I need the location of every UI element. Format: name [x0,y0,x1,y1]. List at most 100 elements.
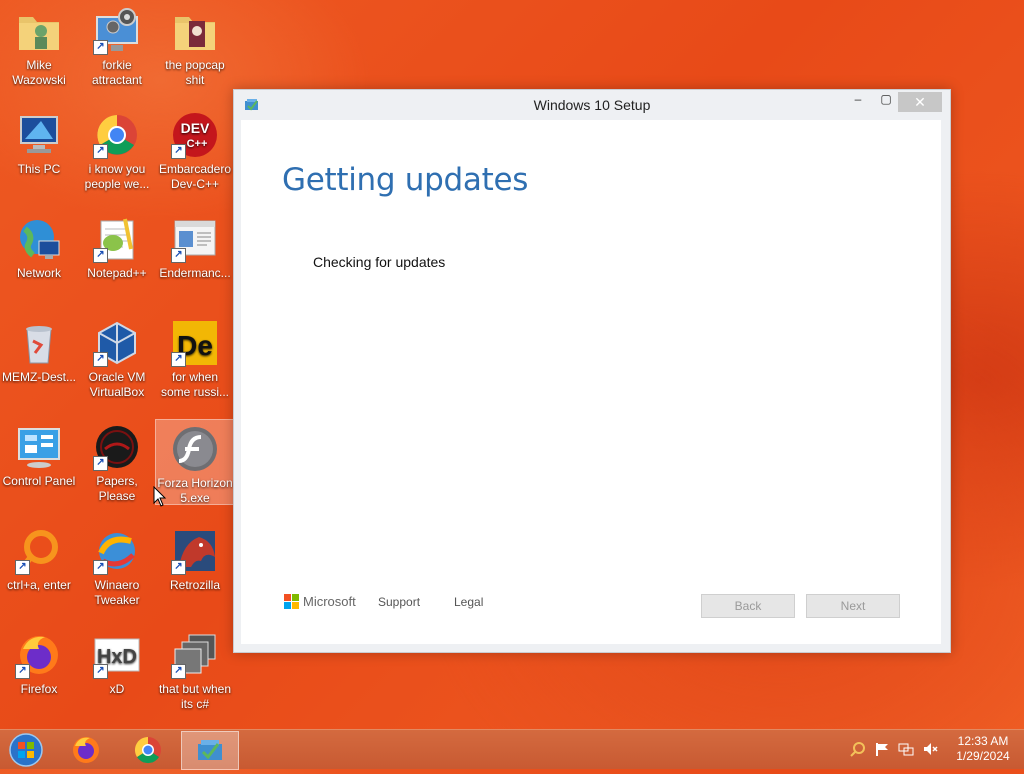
papers-please-icon: ↗ [93,423,141,471]
orange-ring-icon: ↗ [15,527,63,575]
desktop-icon-network[interactable]: Network [0,210,78,310]
desktop-icon-label: MEMZ-Dest... [2,370,76,384]
desktop-icon-virtualbox[interactable]: ↗ Oracle VM VirtualBox [78,314,156,414]
setup-content: Getting updates Checking for updates Mic… [241,120,941,644]
status-text: Checking for updates [313,254,446,270]
virtualbox-icon: ↗ [93,319,141,367]
desktop-icon-label: xD [109,682,125,696]
desktop-icon-ctrl-a-enter[interactable]: ↗ ctrl+a, enter [0,522,78,622]
desktop-icon-label: the popcap shit [165,58,225,87]
shortcut-arrow-icon: ↗ [15,560,30,575]
title-bar[interactable]: Windows 10 Setup ‒ ▢ ✕ [234,90,950,120]
desktop-icon-xd[interactable]: HxD ↗ xD [78,626,156,726]
firefox-icon: ↗ [15,631,63,679]
clock-date: 1/29/2024 [956,749,1010,763]
stacked-windows-icon: ↗ [171,631,219,679]
desktop-icon-endermanch[interactable]: ↗ Endermanc... [156,210,234,310]
action-center-flag-icon[interactable] [874,741,890,757]
shortcut-arrow-icon: ↗ [93,144,108,159]
back-button[interactable]: Back [701,594,795,618]
desktop-icon-devcpp[interactable]: DEV C++ ↗ Embarcadero Dev-C++ [156,106,234,206]
desktop-icon-label: Embarcadero Dev-C++ [158,162,232,191]
desktop-icon-papers-please[interactable]: ↗ Papers, Please [78,418,156,518]
clock-time: 12:33 AM [957,734,1009,748]
desktop-icon-retrozilla[interactable]: ↗ Retrozilla [156,522,234,622]
computer-icon [15,111,63,159]
desktop-icon-label: ctrl+a, enter [7,578,71,592]
document-window-icon: ↗ [171,215,219,263]
support-link[interactable]: Support [378,595,420,609]
desktop-icon-label: i know you people we... [84,162,150,191]
desktop-icon-label: Retrozilla [169,578,220,592]
network-icon[interactable] [898,741,914,757]
legal-link[interactable]: Legal [454,595,483,609]
chrome-icon: ↗ [93,111,141,159]
desktop-icon-this-pc[interactable]: This PC [0,106,78,206]
desktop-icon-mike-wazowski[interactable]: Mike Wazowski [0,2,78,102]
de-logo-icon: De ↗ [171,319,219,367]
microsoft-wordmark: Microsoft [303,594,356,609]
desktop-icon-forkie[interactable]: ↗ forkie attractant [78,2,156,102]
control-panel-icon [15,423,63,471]
windows-orb-icon [9,733,43,767]
desktop-icon-label: Oracle VM VirtualBox [88,370,146,399]
shortcut-arrow-icon: ↗ [93,560,108,575]
volume-muted-icon[interactable] [922,741,938,757]
setup-app-icon [198,740,222,760]
desktop-icon-label: forkie attractant [91,58,143,87]
winaero-icon: ↗ [93,527,141,575]
shortcut-arrow-icon: ↗ [171,560,186,575]
desktop-icon-label: Firefox [20,682,58,696]
shortcut-arrow-icon: ↗ [93,456,108,471]
window-title: Windows 10 Setup [533,97,651,113]
shortcut-arrow-icon: ↗ [15,664,30,679]
desktop-icon-memz[interactable]: MEMZ-Dest... [0,314,78,414]
gear-monitor-icon: ↗ [93,7,141,55]
desktop-icon-label: This PC [17,162,61,176]
taskbar-clock[interactable]: 12:33 AM 1/29/2024 [950,734,1016,764]
recycle-bin-icon [15,319,63,367]
notepadpp-icon: ↗ [93,215,141,263]
desktop-icon-firefox[interactable]: ↗ Firefox [0,626,78,726]
start-button[interactable] [6,732,46,768]
taskbar-chrome[interactable] [120,731,176,768]
search-icon[interactable] [850,741,866,757]
desktop-icon-label: Control Panel [2,474,76,488]
microsoft-grid-icon [284,594,300,610]
desktop-icon-chrome-shortcut[interactable]: ↗ i know you people we... [78,106,156,206]
shortcut-arrow-icon: ↗ [93,664,108,679]
network-globe-icon [15,215,63,263]
desktop-icon-label: Notepad++ [87,266,147,280]
shortcut-arrow-icon: ↗ [93,248,108,263]
desktop-icon-popcap[interactable]: the popcap shit [156,2,234,102]
desktop-icon-label: that but when its c# [158,682,232,711]
shortcut-arrow-icon: ↗ [93,352,108,367]
desktop-icon-forza[interactable]: Forza Horizon 5.exe [155,419,235,505]
page-title: Getting updates [282,162,529,198]
desktop-icon-label: Mike Wazowski [12,58,66,87]
firefox-icon [73,737,99,763]
next-button[interactable]: Next [806,594,900,618]
minimize-button[interactable]: ‒ [844,92,872,112]
mouse-cursor-icon [153,486,167,507]
shortcut-arrow-icon: ↗ [171,664,186,679]
windows-setup-window: Windows 10 Setup ‒ ▢ ✕ Getting updates C… [233,89,951,653]
maximize-button[interactable]: ▢ [872,92,900,112]
desktop-icon-label: Papers, Please [96,474,138,503]
desktop-icon-for-when-some-russi[interactable]: De ↗ for when some russi... [156,314,234,414]
folder-icon [15,7,63,55]
folder-icon [171,7,219,55]
desktop-icon-label: Forza Horizon 5.exe [157,476,233,505]
hxd-icon: HxD ↗ [93,631,141,679]
desktop-icon-label: Winaero Tweaker [94,578,140,607]
desktop-icon-control-panel[interactable]: Control Panel [0,418,78,518]
desktop-icon-winaero[interactable]: ↗ Winaero Tweaker [78,522,156,622]
desktop-icon-notepadpp[interactable]: ↗ Notepad++ [78,210,156,310]
taskbar-windows-setup[interactable] [181,731,239,770]
shortcut-arrow-icon: ↗ [171,352,186,367]
close-button[interactable]: ✕ [898,92,942,112]
desktop-icon-that-but-csharp[interactable]: ↗ that but when its c# [156,626,234,726]
taskbar-firefox[interactable] [58,731,114,768]
devcpp-icon-subtext: C++ [187,138,208,150]
desktop-icon-label: for when some russi... [160,370,229,399]
